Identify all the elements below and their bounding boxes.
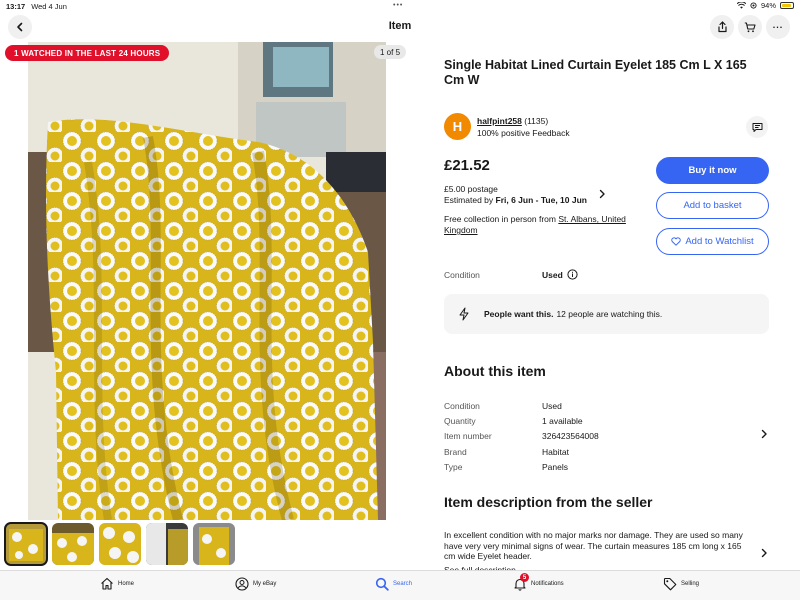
user-icon <box>235 577 249 591</box>
tab-bar: Home My eBay Search 5 Notifications Sell… <box>0 570 800 600</box>
spec-row: Item number 326423564008 <box>444 429 599 444</box>
status-bar: 13:17 Wed 4 Jun ••• 94% <box>0 0 800 12</box>
message-icon <box>752 122 762 132</box>
spec-value: Used <box>542 400 562 411</box>
description-text: In excellent condition with no major mar… <box>444 530 743 561</box>
thumbnail[interactable] <box>52 523 94 565</box>
estimated-dates: Fri, 6 Jun - Tue, 10 Jun <box>495 195 587 205</box>
spec-value: Habitat <box>542 446 569 457</box>
add-to-watchlist-button[interactable]: Add to Watchlist <box>656 228 769 255</box>
chevron-right-icon[interactable] <box>760 548 768 558</box>
spec-label: Condition <box>444 400 480 411</box>
spec-row: Type Panels <box>444 459 599 474</box>
chevron-right-icon[interactable] <box>598 189 606 199</box>
estimated-prefix: Estimated by <box>444 195 496 205</box>
about-heading: About this item <box>444 363 546 379</box>
more-options-button[interactable]: ... <box>766 15 790 39</box>
contact-seller-button[interactable] <box>746 116 768 138</box>
description-heading: Item description from the seller <box>444 494 653 510</box>
spec-value: 1 available <box>542 415 583 426</box>
add-to-watchlist-label: Add to Watchlist <box>685 236 754 247</box>
collection-prefix: Free collection in person from <box>444 214 559 224</box>
tab-search[interactable]: Search <box>375 577 412 591</box>
cart-button[interactable] <box>738 15 762 39</box>
demand-bold: People want this. <box>484 309 554 319</box>
thumbnail[interactable] <box>193 523 235 565</box>
status-date: Wed 4 Jun <box>31 1 67 11</box>
watched-badge: 1 WATCHED IN THE LAST 24 HOURS <box>5 45 170 61</box>
demand-banner: People want this. 12 people are watching… <box>444 294 769 334</box>
tab-notifications[interactable]: 5 Notifications <box>513 573 564 591</box>
more-icon: ... <box>772 20 784 30</box>
seller-name-link[interactable]: halfpint258 <box>477 116 522 126</box>
tab-selling-label: Selling <box>681 581 700 587</box>
tab-home-label: Home <box>118 580 135 587</box>
seller-card[interactable]: H halfpint258 (1135) 100% positive Feedb… <box>444 113 570 140</box>
item-specifics[interactable]: Condition Used Quantity 1 available Item n… <box>444 398 599 474</box>
condition-label: Condition <box>444 270 480 280</box>
image-gallery[interactable] <box>0 42 412 520</box>
curtain-photo <box>28 42 386 520</box>
spec-label: Quantity <box>444 415 476 426</box>
lightning-icon <box>459 307 469 321</box>
postage-cost: £5.00 postage <box>444 184 498 194</box>
seller-feedback-count: (1135) <box>524 115 549 126</box>
page-title: Item <box>388 20 412 32</box>
share-button[interactable] <box>710 15 734 39</box>
thumbnail-strip <box>4 522 235 566</box>
tab-my-ebay-label: My eBay <box>253 581 277 587</box>
spec-row: Condition Used <box>444 398 599 413</box>
location-icon <box>750 2 757 9</box>
tab-my-ebay[interactable]: My eBay <box>235 577 276 591</box>
item-price: £21.52 <box>444 157 490 174</box>
tab-search-label: Search <box>393 581 413 587</box>
spec-label: Item number <box>444 431 492 442</box>
tag-icon <box>663 577 677 591</box>
chevron-right-icon[interactable] <box>760 429 768 439</box>
condition-value-text: Used <box>542 269 563 280</box>
spec-value: Panels <box>542 461 568 472</box>
image-counter: 1 of 5 <box>374 45 407 59</box>
seller-avatar[interactable]: H <box>444 113 471 140</box>
cart-icon <box>744 21 756 32</box>
seller-feedback-text: 100% positive Feedback <box>477 127 570 138</box>
spec-label: Type <box>444 461 463 472</box>
share-icon <box>717 21 727 33</box>
battery-icon <box>780 2 794 9</box>
spec-label: Brand <box>444 446 467 457</box>
postage-info[interactable]: £5.00 postage Estimated by Fri, 6 Jun - … <box>444 184 587 206</box>
main-photo[interactable] <box>28 42 386 520</box>
add-to-basket-button[interactable]: Add to basket <box>656 192 769 219</box>
condition-value[interactable]: Used <box>542 269 578 280</box>
heart-icon <box>671 237 682 246</box>
info-icon[interactable] <box>567 269 578 280</box>
thumbnail[interactable] <box>4 522 48 566</box>
thumbnail[interactable] <box>146 523 188 565</box>
notifications-badge: 5 <box>520 573 529 582</box>
thumbnail[interactable] <box>99 523 141 565</box>
status-time: 13:17 <box>6 1 26 11</box>
spec-value: 326423564008 <box>542 431 599 442</box>
buy-it-now-button[interactable]: Buy it now <box>656 157 769 184</box>
nav-bar: Item ... <box>0 12 800 42</box>
search-icon <box>375 577 389 591</box>
demand-text: 12 people are watching this. <box>556 309 663 319</box>
item-title: Single Habitat Lined Curtain Eyelet 185 … <box>444 58 747 87</box>
collection-info: Free collection in person from St. Alban… <box>444 214 644 236</box>
multitasking-dots-icon[interactable]: ••• <box>393 2 403 9</box>
spec-row: Quantity 1 available <box>444 413 599 428</box>
battery-percent: 94% <box>760 1 776 10</box>
tab-notifications-label: Notifications <box>531 581 564 587</box>
wifi-icon <box>736 2 746 9</box>
home-icon <box>101 577 113 590</box>
tab-home[interactable]: Home <box>100 577 134 590</box>
tab-selling[interactable]: Selling <box>663 577 699 591</box>
spec-row: Brand Habitat <box>444 444 599 459</box>
status-right: 94% <box>736 1 794 10</box>
